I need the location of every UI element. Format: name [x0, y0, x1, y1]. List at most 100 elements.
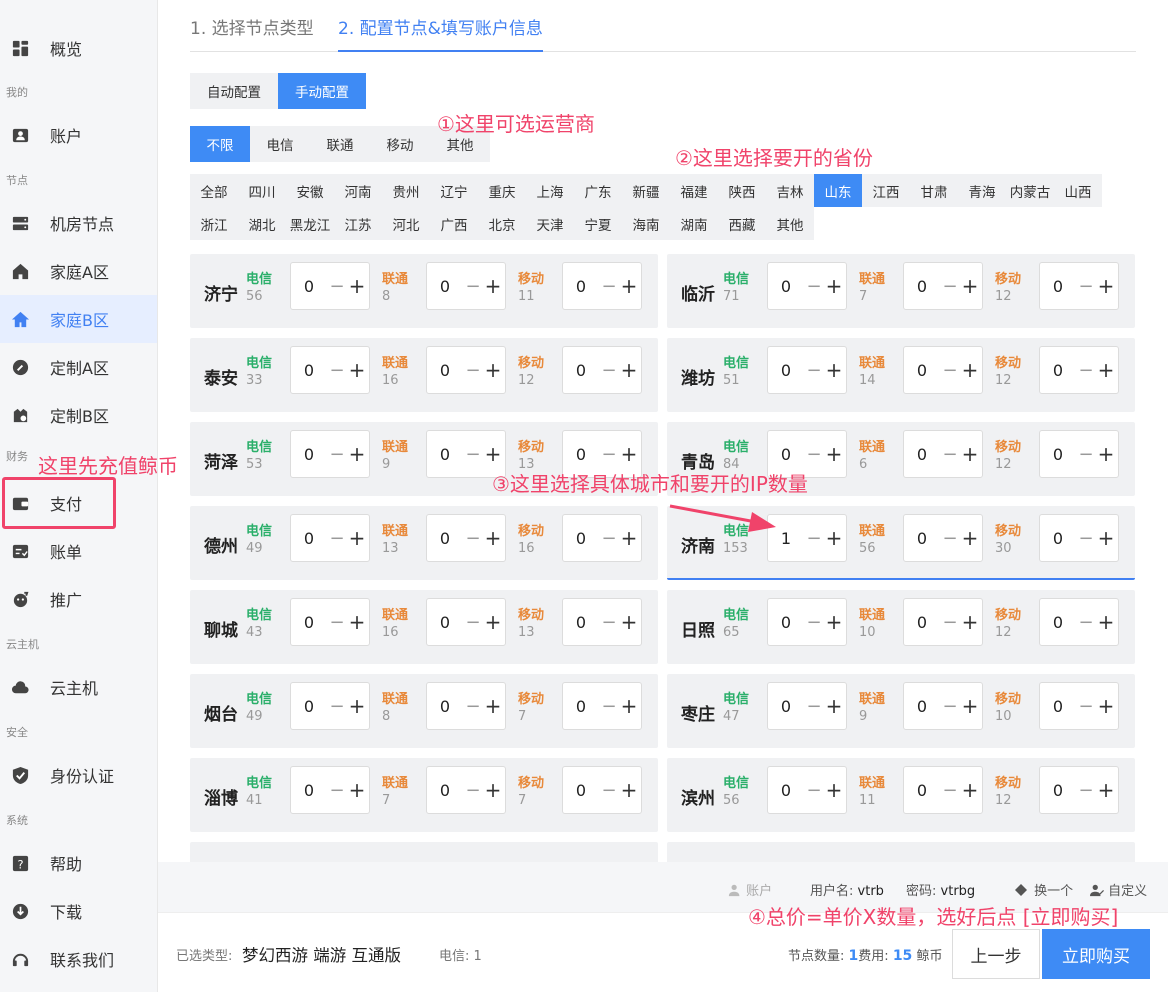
minus-icon[interactable]: −: [940, 612, 960, 633]
quantity-input[interactable]: 0: [563, 697, 599, 716]
change-account-link[interactable]: 换一个: [1014, 880, 1073, 899]
province-option[interactable]: 山西: [1054, 174, 1102, 207]
minus-icon[interactable]: −: [1076, 780, 1096, 801]
minus-icon[interactable]: −: [599, 780, 619, 801]
quantity-input[interactable]: 0: [563, 361, 599, 380]
plus-icon[interactable]: +: [824, 526, 844, 550]
quantity-input[interactable]: 0: [1040, 613, 1076, 632]
quantity-input[interactable]: 0: [563, 445, 599, 464]
quantity-input[interactable]: 0: [427, 361, 463, 380]
minus-icon[interactable]: −: [463, 780, 483, 801]
carrier-option-all[interactable]: 不限: [190, 126, 250, 162]
minus-icon[interactable]: −: [1076, 528, 1096, 549]
sidebar-item-shield[interactable]: 身份认证: [0, 751, 157, 799]
province-option[interactable]: 宁夏: [574, 207, 622, 240]
minus-icon[interactable]: −: [463, 360, 483, 381]
plus-icon[interactable]: +: [483, 358, 503, 382]
plus-icon[interactable]: +: [347, 778, 367, 802]
minus-icon[interactable]: −: [940, 360, 960, 381]
auto-config-option[interactable]: 自动配置: [190, 73, 278, 109]
plus-icon[interactable]: +: [347, 358, 367, 382]
quantity-input[interactable]: 0: [904, 361, 940, 380]
minus-icon[interactable]: −: [940, 444, 960, 465]
minus-icon[interactable]: −: [1076, 612, 1096, 633]
quantity-input[interactable]: 0: [291, 445, 327, 464]
plus-icon[interactable]: +: [619, 442, 639, 466]
quantity-input[interactable]: 0: [768, 781, 804, 800]
sidebar-item-home[interactable]: 家庭B区: [0, 295, 157, 343]
quantity-input[interactable]: 0: [563, 613, 599, 632]
plus-icon[interactable]: +: [824, 694, 844, 718]
province-option[interactable]: 辽宁: [430, 174, 478, 207]
plus-icon[interactable]: +: [483, 694, 503, 718]
sidebar-item-wrench[interactable]: 定制A区: [0, 343, 157, 391]
sidebar-item-custom-b[interactable]: 定制B区: [0, 391, 157, 439]
plus-icon[interactable]: +: [1096, 442, 1116, 466]
minus-icon[interactable]: −: [327, 276, 347, 297]
province-option[interactable]: 天津: [526, 207, 574, 240]
minus-icon[interactable]: −: [1076, 696, 1096, 717]
province-option[interactable]: 河北: [382, 207, 430, 240]
plus-icon[interactable]: +: [960, 610, 980, 634]
plus-icon[interactable]: +: [960, 442, 980, 466]
sidebar-item-home-a[interactable]: 家庭A区: [0, 247, 157, 295]
quantity-input[interactable]: 0: [563, 781, 599, 800]
plus-icon[interactable]: +: [483, 610, 503, 634]
plus-icon[interactable]: +: [483, 274, 503, 298]
province-option[interactable]: 安徽: [286, 174, 334, 207]
minus-icon[interactable]: −: [327, 528, 347, 549]
province-option[interactable]: 甘肃: [910, 174, 958, 207]
minus-icon[interactable]: −: [327, 780, 347, 801]
quantity-input[interactable]: 0: [768, 445, 804, 464]
plus-icon[interactable]: +: [347, 610, 367, 634]
quantity-input[interactable]: 0: [563, 529, 599, 548]
province-option[interactable]: 其他: [766, 207, 814, 240]
quantity-input[interactable]: 0: [1040, 697, 1076, 716]
plus-icon[interactable]: +: [483, 526, 503, 550]
minus-icon[interactable]: −: [804, 444, 824, 465]
quantity-input[interactable]: 0: [291, 781, 327, 800]
minus-icon[interactable]: −: [1076, 276, 1096, 297]
step-2-tab[interactable]: 2. 配置节点&填写账户信息: [338, 14, 543, 52]
minus-icon[interactable]: −: [1076, 444, 1096, 465]
minus-icon[interactable]: −: [463, 612, 483, 633]
plus-icon[interactable]: +: [824, 274, 844, 298]
province-option[interactable]: 福建: [670, 174, 718, 207]
minus-icon[interactable]: −: [327, 612, 347, 633]
sidebar-item-help[interactable]: ? 帮助: [0, 839, 157, 887]
plus-icon[interactable]: +: [1096, 694, 1116, 718]
plus-icon[interactable]: +: [1096, 778, 1116, 802]
quantity-input[interactable]: 0: [291, 277, 327, 296]
plus-icon[interactable]: +: [1096, 274, 1116, 298]
sidebar-item-bill[interactable]: 账单: [0, 527, 157, 575]
plus-icon[interactable]: +: [483, 442, 503, 466]
quantity-input[interactable]: 0: [427, 277, 463, 296]
plus-icon[interactable]: +: [824, 610, 844, 634]
quantity-input[interactable]: 0: [1040, 445, 1076, 464]
minus-icon[interactable]: −: [463, 444, 483, 465]
province-option[interactable]: 广东: [574, 174, 622, 207]
carrier-option-mobile[interactable]: 移动: [370, 126, 430, 162]
province-option[interactable]: 河南: [334, 174, 382, 207]
custom-account-link[interactable]: 自定义: [1090, 880, 1147, 899]
plus-icon[interactable]: +: [619, 694, 639, 718]
quantity-input[interactable]: 0: [427, 781, 463, 800]
minus-icon[interactable]: −: [327, 696, 347, 717]
carrier-option-unicom[interactable]: 联通: [310, 126, 370, 162]
quantity-input[interactable]: 0: [427, 697, 463, 716]
plus-icon[interactable]: +: [960, 358, 980, 382]
plus-icon[interactable]: +: [960, 694, 980, 718]
plus-icon[interactable]: +: [824, 778, 844, 802]
minus-icon[interactable]: −: [599, 276, 619, 297]
minus-icon[interactable]: −: [599, 360, 619, 381]
province-option[interactable]: 全部: [190, 174, 238, 207]
quantity-input[interactable]: 0: [1040, 529, 1076, 548]
quantity-input[interactable]: 0: [904, 529, 940, 548]
minus-icon[interactable]: −: [940, 696, 960, 717]
minus-icon[interactable]: −: [940, 780, 960, 801]
minus-icon[interactable]: −: [599, 444, 619, 465]
minus-icon[interactable]: −: [327, 360, 347, 381]
quantity-input[interactable]: 0: [291, 529, 327, 548]
province-option[interactable]: 西藏: [718, 207, 766, 240]
plus-icon[interactable]: +: [347, 694, 367, 718]
